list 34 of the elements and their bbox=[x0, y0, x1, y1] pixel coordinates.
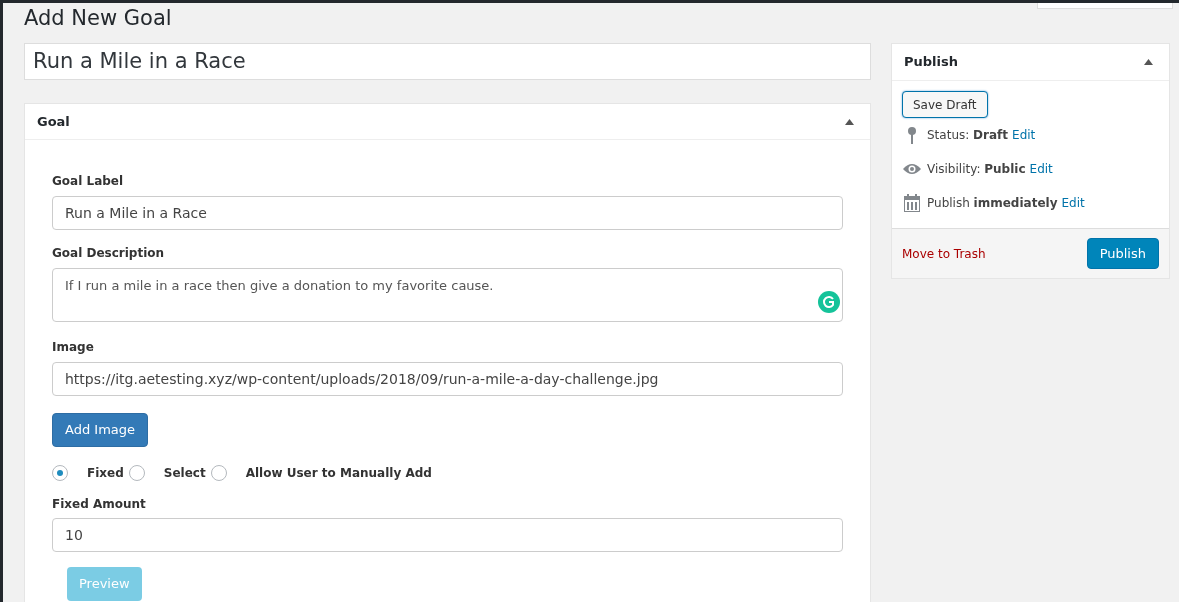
save-draft-button[interactable]: Save Draft bbox=[902, 91, 988, 118]
panel-title: Publish bbox=[904, 53, 958, 72]
image-url-field[interactable]: https://itg.aetesting.xyz/wp-content/uploads/2018/09/run-a-mile-a-day-challenge.jpg bbox=[52, 362, 843, 396]
radio-label: Select bbox=[163, 465, 206, 482]
panel-title: Goal bbox=[37, 112, 70, 131]
status-text: Visibility: Public bbox=[927, 161, 1026, 178]
move-to-trash-link[interactable]: Move to Trash bbox=[902, 244, 986, 263]
field-label: Goal Description bbox=[52, 245, 165, 262]
field-label: Fixed Amount bbox=[52, 496, 146, 513]
edit-link[interactable]: Edit bbox=[1061, 194, 1085, 212]
radio-button[interactable] bbox=[128, 465, 145, 481]
goal-description-field[interactable]: If I run a mile in a race then give a donation to my favorite cause. bbox=[52, 268, 843, 322]
calendar-icon bbox=[904, 194, 920, 212]
publish-button[interactable]: Publish bbox=[1086, 238, 1159, 269]
status-text: Status: Draft bbox=[927, 127, 1009, 144]
radio-button[interactable] bbox=[52, 465, 68, 481]
pin-icon bbox=[906, 126, 918, 144]
caret-icon[interactable] bbox=[1144, 59, 1153, 65]
fixed-amount-field[interactable]: 10 bbox=[52, 518, 843, 552]
page-title: Add New Goal bbox=[24, 5, 172, 32]
edit-link[interactable]: Edit bbox=[1029, 160, 1053, 178]
edit-link[interactable]: Edit bbox=[1012, 126, 1036, 144]
add-image-button[interactable]: Add Image bbox=[52, 413, 148, 447]
field-label: Goal Label bbox=[52, 173, 124, 190]
grammar-checker-icon[interactable] bbox=[818, 291, 840, 313]
field-label: Image bbox=[52, 339, 94, 356]
eye-icon bbox=[902, 162, 922, 176]
goal-label-field[interactable]: Run a Mile in a Race bbox=[52, 196, 843, 230]
radio-button[interactable] bbox=[210, 465, 227, 481]
caret-icon[interactable] bbox=[845, 118, 854, 125]
radio-label: Allow User to Manually Add bbox=[245, 465, 432, 482]
status-text: Publish immediately bbox=[927, 195, 1058, 212]
radio-label: Fixed bbox=[87, 465, 124, 482]
title-field[interactable]: Run a Mile in a Race bbox=[24, 43, 871, 80]
